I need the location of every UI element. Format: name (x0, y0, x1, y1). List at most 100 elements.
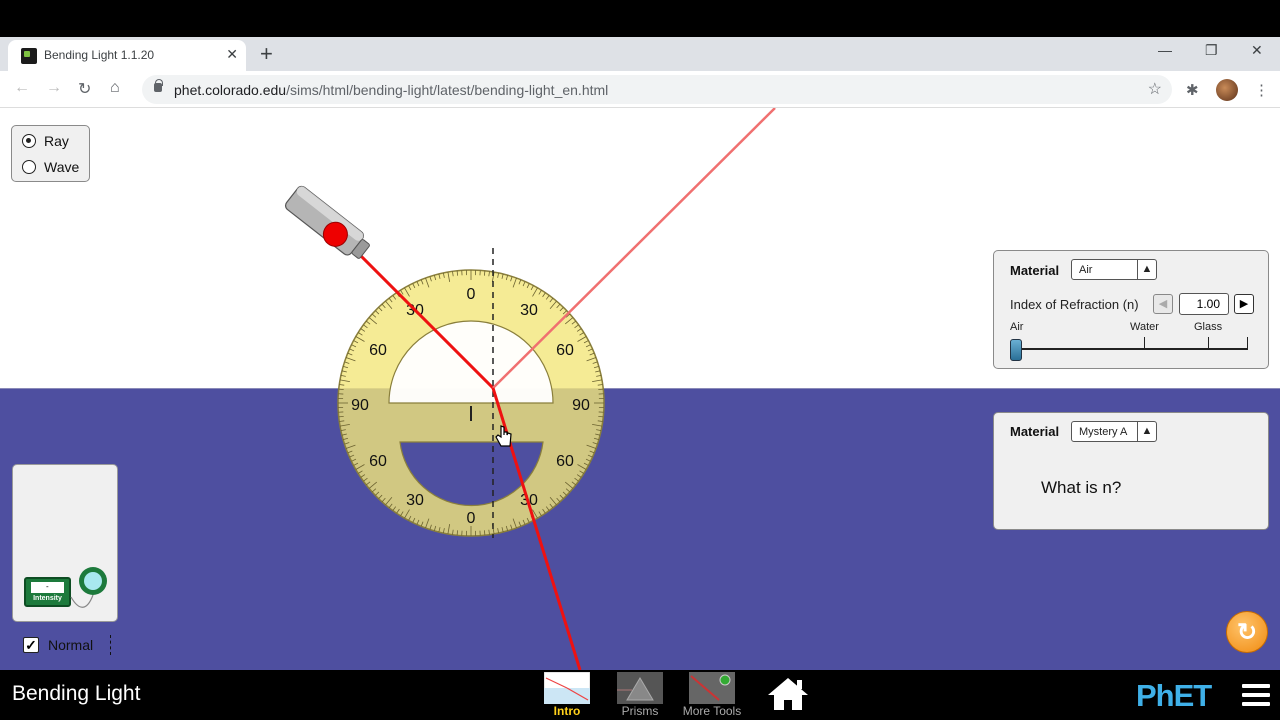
intensity-probe-icon[interactable] (79, 567, 107, 595)
screen-button-more-tools[interactable]: More Tools (682, 671, 742, 719)
protractor-label: 60 (556, 453, 574, 470)
screen-label-intro: Intro (553, 704, 581, 718)
slider-label-air: Air (1010, 321, 1024, 333)
top-medium-control-panel: Material Air ▲ Index of Refraction (n) ◀… (993, 250, 1269, 369)
protractor-label: 90 (351, 397, 369, 414)
normal-checkbox-row[interactable]: ✓ Normal (23, 635, 112, 655)
url-text: phet.colorado.edu/sims/html/bending-ligh… (174, 82, 608, 98)
sim-canvas: 30 0 30 60 60 90 90 60 60 30 0 30 (282, 108, 776, 670)
normal-line-icon (110, 635, 112, 655)
protractor-tick (338, 415, 344, 418)
bottom-medium-control-panel: Material Mystery A ▲ What is n? (993, 412, 1269, 530)
unknown-index-question: What is n? (1041, 478, 1122, 497)
browser-tab-bar: Bending Light 1.1.20 ✕ + — ❐ ✕ (0, 37, 1280, 71)
combo-arrow-icon[interactable]: ▲ (1137, 422, 1156, 441)
protractor-tick (598, 415, 604, 418)
profile-avatar[interactable] (1216, 79, 1238, 101)
protractor-label: 30 (520, 302, 538, 319)
ior-label: Index of Refraction (n) (1010, 297, 1139, 312)
reset-all-button[interactable]: ↻ (1226, 611, 1268, 653)
back-icon[interactable]: ← (14, 79, 30, 97)
slider-tick (1208, 337, 1209, 349)
reset-icon: ↻ (1236, 619, 1258, 646)
wave-label: Wave (44, 159, 80, 175)
normal-checkbox[interactable]: ✓ (23, 637, 39, 653)
lock-icon (154, 79, 163, 92)
protractor-label: 90 (572, 397, 590, 414)
protractor-tick (456, 270, 459, 276)
top-material-value: Air (1079, 264, 1093, 276)
screen-label-prisms: Prisms (621, 704, 659, 718)
new-tab-icon[interactable]: + (260, 41, 273, 67)
url-field[interactable]: phet.colorado.edu/sims/html/bending-ligh… (142, 75, 1172, 104)
sim-title: Bending Light (12, 682, 141, 705)
protractor-label: 0 (467, 510, 476, 527)
close-window-icon[interactable]: ✕ (1251, 42, 1263, 59)
url-host: phet.colorado.edu (174, 82, 287, 98)
protractor-tick (338, 388, 344, 391)
more-tools-screen-icon (689, 672, 735, 704)
ray-option[interactable]: Ray (22, 133, 69, 149)
material-label: Material (1010, 424, 1060, 439)
protractor-label: 60 (369, 453, 387, 470)
phet-navigation-bar: Bending Light Intro Prisms More Tools Ph… (0, 670, 1280, 720)
protractor-tick (456, 530, 459, 536)
ray-radio[interactable] (22, 134, 36, 148)
browser-tab[interactable]: Bending Light 1.1.20 ✕ (8, 40, 246, 71)
slider-tick (1144, 337, 1145, 349)
combo-arrow-icon[interactable]: ▲ (1137, 260, 1156, 279)
light-mode-panel: Ray Wave (11, 125, 90, 182)
sensor-toolbox: - Intensity (12, 464, 118, 622)
bottom-material-value: Mystery A (1079, 426, 1128, 438)
bookmark-star-icon[interactable]: ☆ (1148, 79, 1162, 99)
phet-logo[interactable]: PhET (1136, 678, 1212, 714)
intensity-meter[interactable]: - Intensity (24, 577, 71, 607)
laser-pointer[interactable] (282, 184, 373, 264)
wave-radio[interactable] (22, 160, 36, 174)
forward-icon[interactable]: → (46, 79, 62, 97)
protractor-tick (598, 388, 604, 391)
protractor-label: 60 (369, 342, 387, 359)
screen-label-more-tools: More Tools (682, 704, 742, 718)
protractor-label: 60 (556, 342, 574, 359)
slider-tick (1247, 337, 1248, 349)
protractor-label: 0 (467, 286, 476, 303)
ior-slider-thumb[interactable] (1010, 339, 1022, 361)
protractor[interactable]: 30 0 30 60 60 90 90 60 60 30 0 30 (337, 269, 605, 537)
sim-play-area: 30 0 30 60 60 90 90 60 60 30 0 30 (0, 108, 1280, 670)
reload-icon[interactable]: ↻ (78, 79, 91, 99)
extensions-icon[interactable]: ✱ (1186, 81, 1199, 99)
tab-title: Bending Light 1.1.20 (44, 48, 155, 62)
screen-button-prisms[interactable]: Prisms (610, 671, 670, 719)
url-path: /sims/html/bending-light/latest/bending-… (286, 82, 609, 98)
ior-slider-track[interactable] (1014, 348, 1248, 350)
decrease-ior-button[interactable]: ◀ (1153, 294, 1173, 314)
minimize-icon[interactable]: — (1158, 42, 1172, 58)
screen-button-intro[interactable]: Intro (537, 671, 597, 719)
close-tab-icon[interactable]: ✕ (226, 46, 238, 63)
phet-favicon-icon (21, 48, 37, 64)
normal-label: Normal (48, 637, 94, 653)
top-material-combo[interactable]: Air ▲ (1071, 259, 1157, 280)
protractor-tick (483, 530, 486, 536)
restore-icon[interactable]: ❐ (1205, 42, 1218, 59)
home-icon[interactable] (766, 676, 810, 712)
protractor-label: 30 (406, 492, 424, 509)
wave-option[interactable]: Wave (22, 159, 79, 175)
reflected-ray (492, 108, 776, 389)
ray-label: Ray (44, 133, 69, 149)
slider-label-water: Water (1130, 321, 1159, 333)
increase-ior-button[interactable]: ▶ (1234, 294, 1254, 314)
slider-label-glass: Glass (1194, 321, 1223, 333)
intro-screen-icon (544, 672, 590, 704)
bottom-material-combo[interactable]: Mystery A ▲ (1071, 421, 1157, 442)
ior-value: 1.00 (1179, 293, 1229, 315)
intensity-value: - (46, 582, 49, 591)
protractor-tick (483, 270, 486, 276)
intensity-meter-screen: - (31, 582, 64, 593)
browser-menu-icon[interactable]: ⋮ (1254, 81, 1269, 99)
intensity-label: Intensity (33, 595, 62, 602)
home-browser-icon[interactable]: ⌂ (110, 79, 120, 97)
browser-address-bar: ← → ↻ ⌂ phet.colorado.edu/sims/html/bend… (0, 71, 1280, 108)
hamburger-menu-icon[interactable] (1242, 684, 1270, 708)
